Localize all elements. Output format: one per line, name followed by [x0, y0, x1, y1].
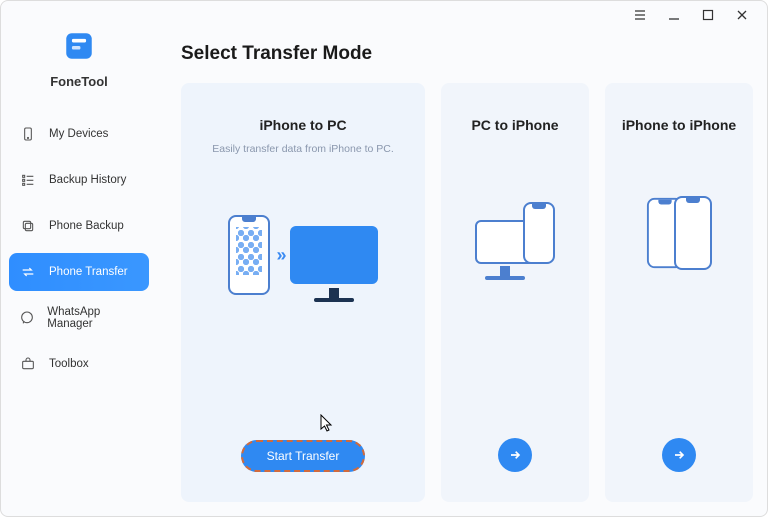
iphone-icon — [228, 215, 270, 295]
card-action: Start Transfer — [193, 440, 413, 472]
go-button[interactable] — [498, 438, 532, 472]
sidebar-item-label: Phone Backup — [49, 220, 124, 232]
copy-icon — [19, 217, 37, 235]
sidebar-item-label: My Devices — [49, 128, 108, 140]
transfer-mode-cards: iPhone to PC Easily transfer data from i… — [181, 83, 753, 502]
card-illustration — [617, 173, 741, 293]
iphone-icon — [523, 202, 555, 264]
start-transfer-button[interactable]: Start Transfer — [241, 440, 366, 472]
arrow-right-icon: » — [276, 245, 283, 266]
card-pc-to-iphone[interactable]: PC to iPhone — [441, 83, 589, 502]
card-action — [453, 438, 577, 472]
sidebar-item-label: Phone Transfer — [49, 266, 128, 278]
phone-icon — [19, 125, 37, 143]
titlebar — [1, 1, 767, 29]
brand: FoneTool — [9, 29, 149, 115]
sidebar-item-phone-backup[interactable]: Phone Backup — [9, 207, 149, 245]
main-panel: Select Transfer Mode iPhone to PC Easily… — [157, 29, 767, 516]
card-illustration: » — [193, 195, 413, 315]
list-icon — [19, 171, 37, 189]
card-title: PC to iPhone — [471, 117, 558, 133]
go-button[interactable] — [662, 438, 696, 472]
sidebar-item-toolbox[interactable]: Toolbox — [9, 345, 149, 383]
sidebar-item-label: Backup History — [49, 174, 126, 186]
card-action — [617, 438, 741, 472]
maximize-button[interactable] — [701, 8, 715, 22]
transfer-icon — [19, 263, 37, 281]
content-area: FoneTool My Devices Backup History — [1, 29, 767, 516]
toolbox-icon — [19, 355, 37, 373]
brand-logo-icon — [62, 29, 96, 68]
iphone-icon — [674, 196, 712, 270]
minimize-button[interactable] — [667, 8, 681, 22]
sidebar-nav: My Devices Backup History Phone Backup — [9, 115, 149, 389]
card-illustration — [453, 173, 577, 293]
sidebar-item-label: WhatsApp Manager — [47, 306, 139, 330]
monitor-icon — [290, 226, 378, 284]
chat-icon — [19, 309, 35, 327]
app-window: FoneTool My Devices Backup History — [0, 0, 768, 517]
sidebar-item-label: Toolbox — [49, 358, 89, 370]
card-iphone-to-iphone[interactable]: iPhone to iPhone — [605, 83, 753, 502]
close-button[interactable] — [735, 8, 749, 22]
page-title: Select Transfer Mode — [181, 43, 753, 65]
sidebar-item-phone-transfer[interactable]: Phone Transfer — [9, 253, 149, 291]
sidebar-item-whatsapp-manager[interactable]: WhatsApp Manager — [9, 299, 149, 337]
card-subtitle: Easily transfer data from iPhone to PC. — [212, 143, 394, 155]
brand-name: FoneTool — [50, 74, 108, 89]
card-title: iPhone to PC — [259, 117, 346, 133]
sidebar-item-my-devices[interactable]: My Devices — [9, 115, 149, 153]
card-iphone-to-pc[interactable]: iPhone to PC Easily transfer data from i… — [181, 83, 425, 502]
sidebar: FoneTool My Devices Backup History — [1, 29, 157, 516]
card-title: iPhone to iPhone — [622, 117, 736, 133]
sidebar-item-backup-history[interactable]: Backup History — [9, 161, 149, 199]
menu-icon[interactable] — [633, 8, 647, 22]
